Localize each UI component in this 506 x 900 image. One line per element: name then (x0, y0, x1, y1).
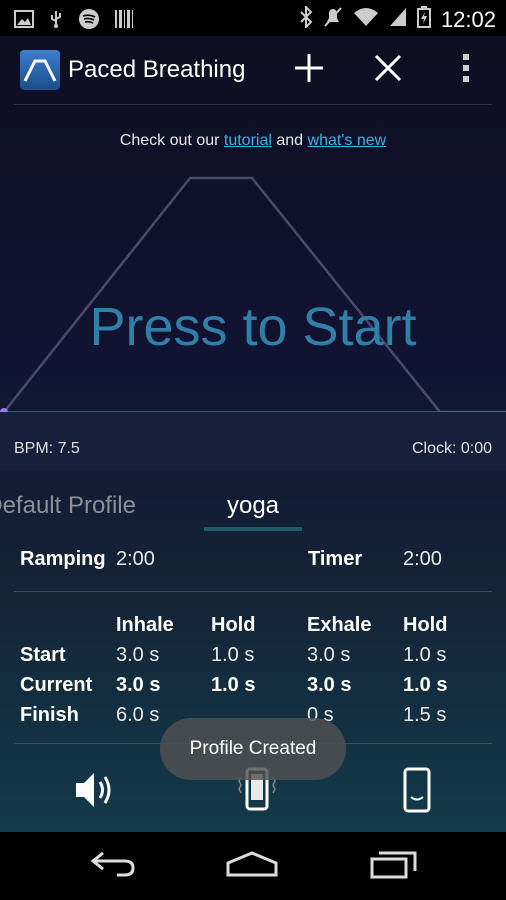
start-hold: 1.0 s (211, 644, 255, 666)
info-links: Check out our tutorial and what's new (0, 132, 506, 150)
col-header-hold: Hold (211, 614, 256, 636)
recents-icon (369, 849, 419, 884)
screen-toggle-button[interactable] (382, 762, 452, 822)
start-exhale: 3.0 s (307, 644, 351, 666)
barcode-icon (114, 9, 134, 34)
bpm-readout: BPM: 7.5 (14, 440, 80, 457)
current-inhale: 3.0 s (116, 674, 161, 696)
app-title: Paced Breathing (68, 56, 246, 83)
spotify-icon (78, 8, 100, 35)
nav-home-button[interactable] (222, 846, 282, 886)
delete-profile-button[interactable] (370, 52, 406, 88)
settings-divider (14, 591, 492, 592)
action-bar-divider (14, 104, 492, 105)
overflow-menu-icon (462, 53, 470, 88)
screen-icon (402, 767, 432, 818)
add-profile-button[interactable] (291, 52, 327, 88)
timer-label: Timer (308, 548, 363, 570)
active-tab-indicator (204, 527, 302, 531)
col-header-inhale: Inhale (116, 614, 174, 636)
overflow-menu-button[interactable] (448, 52, 484, 88)
row-label-finish: Finish (20, 704, 79, 726)
whats-new-link[interactable]: what's new (308, 132, 387, 149)
ramping-value[interactable]: 2:00 (116, 548, 155, 571)
home-icon (224, 849, 280, 884)
start-inhale: 3.0 s (116, 644, 160, 666)
clock-readout: Clock: 0:00 (411, 440, 492, 457)
finish-hold-2: 1.5 s (403, 704, 447, 726)
timer-value[interactable]: 2:00 (403, 548, 442, 571)
bluetooth-icon (299, 4, 313, 33)
battery-icon (416, 6, 431, 33)
links-prefix: Check out our (119, 132, 224, 149)
current-hold: 1.0 s (211, 674, 256, 696)
current-hold-2: 1.0 s (403, 674, 448, 696)
status-time: 12:02 (440, 6, 496, 32)
app-logo-icon[interactable] (20, 50, 60, 90)
sound-toggle-button[interactable] (62, 762, 132, 822)
signal-icon (389, 7, 407, 32)
action-bar: Paced Breathing (0, 36, 506, 105)
status-bar: 12:02 (0, 0, 506, 36)
current-exhale: 3.0 s (307, 674, 352, 696)
tutorial-link[interactable]: tutorial (224, 132, 272, 149)
nav-back-button[interactable] (82, 846, 142, 886)
wifi-icon (353, 7, 379, 32)
ramping-label: Ramping (20, 548, 106, 570)
row-label-current: Current (20, 674, 93, 696)
toast-message: Profile Created (160, 718, 346, 780)
breathing-graph[interactable] (0, 166, 506, 416)
app-content: Paced Breathing Check out our tutorial a… (0, 36, 506, 832)
finish-inhale: 6.0 s (116, 704, 160, 726)
links-and: and (271, 132, 308, 149)
nav-recents-button[interactable] (364, 846, 424, 886)
navigation-bar (0, 832, 506, 900)
image-icon (14, 10, 34, 33)
readout-bar: BPM: 7.5 Clock: 0:00 (0, 412, 506, 470)
breath-pattern-line (3, 176, 506, 414)
close-icon (373, 53, 403, 88)
volume-icon (74, 770, 120, 815)
row-label-start: Start (20, 644, 66, 666)
col-header-hold-2: Hold (403, 614, 448, 636)
tab-yoga[interactable]: yoga (204, 492, 302, 520)
press-to-start-prompt[interactable]: Press to Start (0, 296, 506, 358)
back-icon (87, 849, 137, 884)
usb-debug-icon (48, 9, 64, 34)
add-icon (293, 52, 325, 89)
tab-default-profile[interactable]: Default Profile (0, 492, 136, 520)
mute-icon (323, 6, 343, 33)
col-header-exhale: Exhale (307, 614, 372, 636)
start-hold-2: 1.0 s (403, 644, 447, 666)
